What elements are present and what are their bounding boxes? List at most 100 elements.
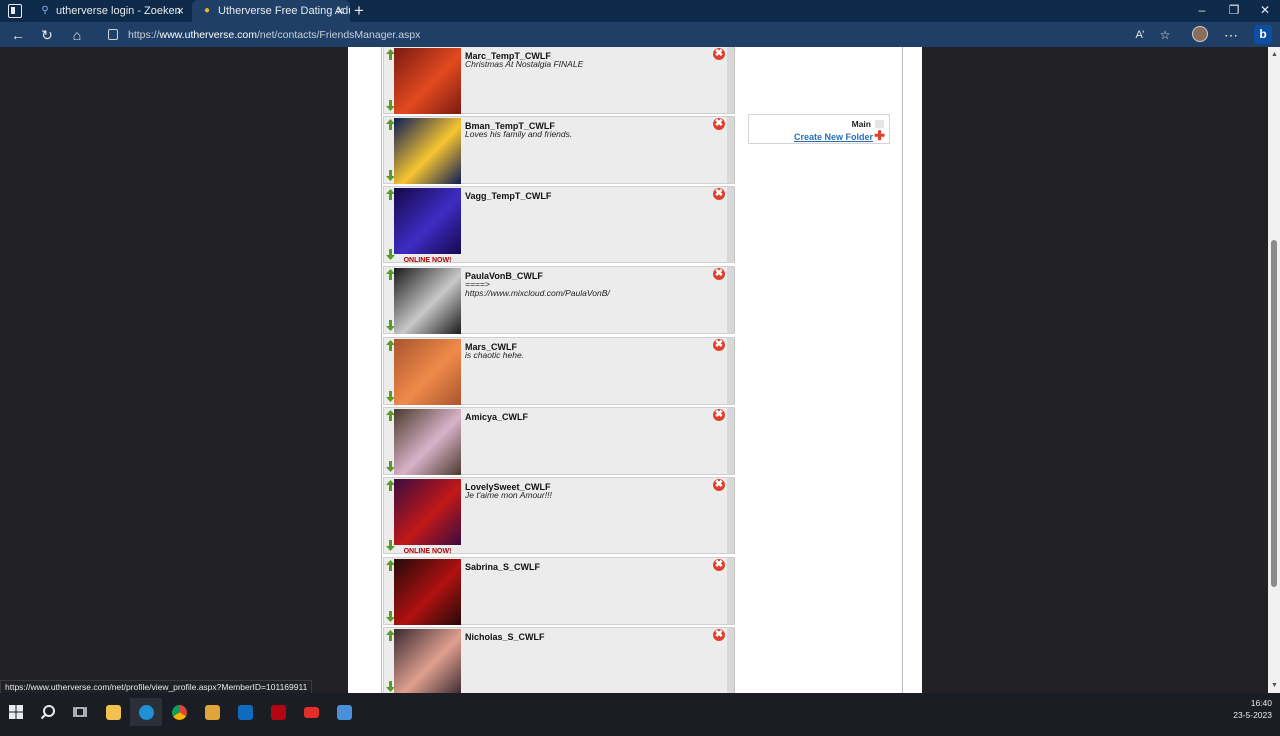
friend-avatar[interactable] — [394, 479, 461, 545]
page-viewport: Marc_TempT_CWLF Christmas At Nostalgia FI… — [0, 47, 1268, 693]
remove-friend-icon[interactable]: ✖ — [713, 409, 725, 421]
task-view-icon[interactable] — [64, 698, 96, 726]
friend-avatar[interactable] — [394, 48, 461, 114]
friend-row: Nicholas_S_CWLF ✖ — [383, 627, 735, 693]
tab-utherverse-login-search[interactable]: ⚲ utherverse login - Zoeken × — [30, 0, 190, 22]
remove-friend-icon[interactable]: ✖ — [713, 339, 725, 351]
utherverse-app-icon[interactable] — [328, 698, 360, 726]
friend-row: Marc_TempT_CWLF Christmas At Nostalgia FI… — [383, 47, 735, 114]
folder-main-label[interactable]: Main — [852, 119, 871, 129]
drag-handle[interactable] — [727, 117, 735, 183]
drag-handle[interactable] — [727, 628, 735, 693]
remove-friend-icon[interactable]: ✖ — [713, 188, 725, 200]
friend-status-text: ====> https://www.mixcloud.com/PaulaVonB… — [465, 279, 610, 298]
scroll-up-icon[interactable]: ▲ — [1271, 51, 1278, 58]
clock-date: 23-5-2023 — [1233, 710, 1272, 720]
home-icon[interactable]: ⌂ — [68, 26, 86, 44]
friend-row: Mars_CWLF is chaotic hehe. ✖ — [383, 337, 735, 405]
chrome-icon[interactable] — [163, 698, 195, 726]
netflix-icon[interactable] — [262, 698, 294, 726]
create-new-folder-link[interactable]: Create New Folder — [794, 132, 873, 142]
new-tab-button[interactable]: + — [354, 1, 364, 21]
friend-name-link[interactable]: Vagg_TempT_CWLF — [465, 191, 551, 201]
remove-friend-icon[interactable]: ✖ — [713, 48, 725, 60]
remove-friend-icon[interactable]: ✖ — [713, 118, 725, 130]
add-folder-icon[interactable]: ✚ — [874, 129, 885, 142]
url-host: www.utherverse.com — [159, 29, 257, 41]
drag-handle[interactable] — [727, 267, 735, 333]
tab-actions-icon[interactable] — [8, 4, 22, 18]
page-scrollbar[interactable]: ▲ ▼ — [1268, 47, 1280, 693]
friend-avatar[interactable] — [394, 118, 461, 184]
friend-name-link[interactable]: Nicholas_S_CWLF — [465, 632, 545, 642]
filezilla-icon[interactable] — [196, 698, 228, 726]
online-now-badge: ONLINE NOW! — [403, 548, 452, 555]
divider — [381, 47, 382, 693]
status-link-preview: https://www.utherverse.com/net/profile/v… — [0, 680, 313, 694]
address-bar[interactable]: https://www.utherverse.com/net/contacts/… — [98, 25, 1178, 45]
close-window-icon[interactable]: ✕ — [1255, 2, 1275, 18]
system-clock[interactable]: 16:40 23-5-2023 — [1233, 697, 1272, 721]
divider — [902, 47, 903, 693]
drag-handle[interactable] — [727, 408, 735, 474]
online-now-badge: ONLINE NOW! — [403, 257, 452, 264]
drag-handle[interactable] — [727, 558, 735, 624]
remove-friend-icon[interactable]: ✖ — [713, 268, 725, 280]
bing-chat-icon[interactable]: b — [1254, 25, 1272, 44]
friend-avatar[interactable] — [394, 339, 461, 405]
favorites-star-icon[interactable]: ☆ — [1156, 26, 1174, 44]
drag-handle[interactable] — [727, 478, 735, 553]
remove-friend-icon[interactable]: ✖ — [713, 479, 725, 491]
profile-avatar[interactable] — [1192, 26, 1208, 42]
read-aloud-icon[interactable]: A’ — [1131, 26, 1149, 44]
friend-row: LovelySweet_CWLF Je t'aime mon Amour!!! ✖ O… — [383, 477, 735, 555]
folder-main-dropzone[interactable] — [875, 120, 884, 128]
remove-friend-icon[interactable]: ✖ — [713, 629, 725, 641]
url-path: /net/contacts/FriendsManager.aspx — [256, 29, 421, 41]
friend-avatar[interactable] — [394, 629, 461, 693]
friend-row: Vagg_TempT_CWLF ✖ ONLINE NOW! — [383, 186, 735, 264]
friend-row: Bman_TempT_CWLF Loves his family and frie… — [383, 116, 735, 184]
browser-toolbar: ← ↻ ⌂ https://www.utherverse.com/net/con… — [0, 22, 1280, 47]
search-icon: ⚲ — [41, 5, 49, 16]
remove-friend-icon[interactable]: ✖ — [713, 559, 725, 571]
friend-row: PaulaVonB_CWLF ====> https://www.mixcloud… — [383, 266, 735, 334]
scrollbar-thumb[interactable] — [1271, 240, 1277, 587]
back-arrow-icon[interactable]: ← — [9, 26, 27, 44]
lock-icon[interactable] — [108, 29, 118, 40]
more-options-icon[interactable]: ⋯ — [1222, 26, 1240, 44]
browser-title-bar: ⚲ utherverse login - Zoeken × ● Utherver… — [0, 0, 1280, 22]
search-icon[interactable] — [32, 698, 64, 726]
clock-time: 16:40 — [1250, 698, 1272, 708]
outlook-icon[interactable] — [229, 698, 261, 726]
friend-avatar[interactable] — [394, 188, 461, 254]
file-explorer-icon[interactable] — [97, 698, 129, 726]
youtube-icon[interactable] — [295, 698, 327, 726]
edge-browser-icon[interactable] — [130, 698, 162, 726]
friend-name-link[interactable]: Sabrina_S_CWLF — [465, 562, 540, 572]
drag-handle[interactable] — [727, 187, 735, 262]
refresh-icon[interactable]: ↻ — [38, 26, 56, 44]
minimize-icon[interactable]: – — [1192, 2, 1212, 18]
friend-avatar[interactable] — [394, 409, 461, 475]
url-prefix: https:// — [128, 29, 160, 41]
friend-status-text: Loves his family and friends. — [465, 129, 573, 139]
drag-handle[interactable] — [727, 47, 735, 113]
drag-handle[interactable] — [727, 338, 735, 404]
friend-avatar[interactable] — [394, 268, 461, 334]
tab-title: utherverse login - Zoeken — [56, 5, 181, 17]
friend-row: Amicya_CWLF ✖ — [383, 407, 735, 475]
restore-icon[interactable]: ❐ — [1224, 2, 1244, 18]
friend-avatar[interactable] — [394, 559, 461, 625]
close-tab-icon[interactable]: × — [176, 3, 184, 19]
friend-status-text: Christmas At Nostalgia FINALE — [465, 59, 584, 69]
close-tab-icon[interactable]: × — [336, 3, 344, 19]
friend-name-link[interactable]: Amicya_CWLF — [465, 412, 528, 422]
friend-status-text: Je t'aime mon Amour!!! — [465, 490, 552, 500]
windows-taskbar: 16:40 23-5-2023 — [0, 693, 1280, 736]
utherverse-icon: ● — [203, 5, 211, 16]
friend-row: Sabrina_S_CWLF ✖ — [383, 557, 735, 625]
tab-utherverse-active[interactable]: ● Utherverse Free Dating Adult So × — [192, 0, 350, 22]
start-icon[interactable] — [0, 698, 32, 726]
scroll-down-icon[interactable]: ▼ — [1271, 682, 1278, 689]
